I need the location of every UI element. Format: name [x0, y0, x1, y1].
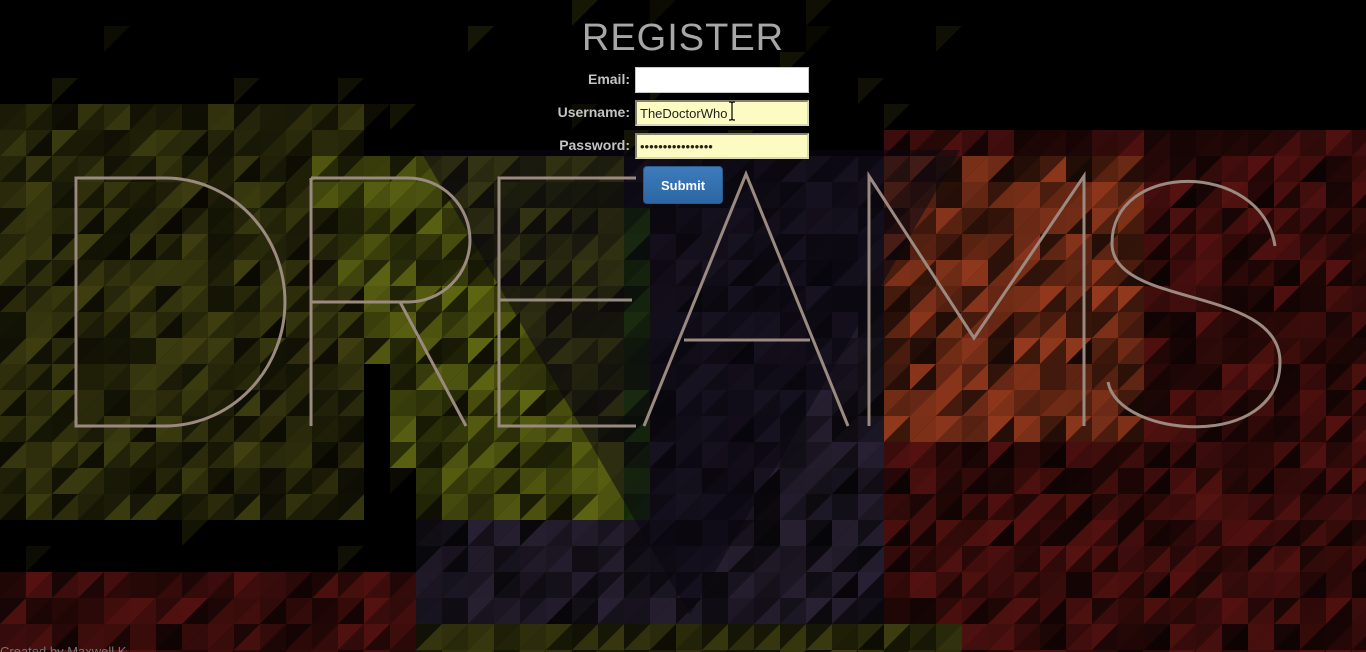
email-field[interactable] — [635, 67, 809, 93]
dreams-letter-a — [642, 170, 850, 427]
text-cursor-icon — [729, 101, 735, 121]
username-field[interactable] — [635, 100, 809, 126]
page-title: REGISTER — [581, 17, 785, 59]
dreams-letter-r — [309, 176, 472, 427]
dreams-outline-wordmark — [74, 170, 1282, 429]
email-row: Email: — [0, 67, 1366, 93]
password-field[interactable] — [635, 133, 809, 159]
dreams-letter-m — [867, 170, 1086, 426]
register-page: REGISTER Email: Username: Password: Subm… — [0, 0, 1366, 652]
password-label: Password: — [559, 137, 630, 153]
submit-button[interactable]: Submit — [643, 166, 723, 204]
username-row: Username: — [0, 100, 1366, 126]
email-label: Email: — [587, 71, 630, 87]
password-row: Password: — [0, 133, 1366, 159]
dreams-letter-s — [1106, 180, 1282, 429]
dreams-letter-d — [74, 176, 287, 428]
dreams-letter-e — [497, 176, 636, 428]
footer-credit: Created by Maxwell K... — [0, 644, 138, 652]
username-label: Username: — [557, 104, 630, 120]
